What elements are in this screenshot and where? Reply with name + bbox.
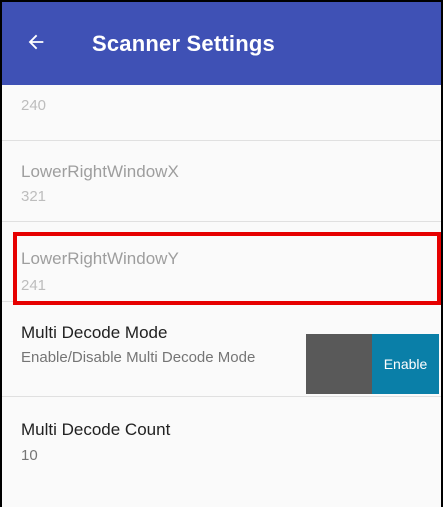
setting-multi-decode-mode[interactable]: Multi Decode Mode Enable/Disable Multi D… <box>2 301 441 397</box>
setting-partial: 240 <box>2 85 441 141</box>
settings-list[interactable]: 240 LowerRightWindowX 321 LowerRightWind… <box>2 85 441 507</box>
toggle-off-segment[interactable] <box>306 334 372 394</box>
setting-title: Multi Decode Mode <box>21 323 168 342</box>
setting-value: 241 <box>21 277 47 294</box>
setting-title: LowerRightWindowX <box>21 162 179 181</box>
app-bar: Scanner Settings <box>2 2 441 85</box>
setting-description: Enable/Disable Multi Decode Mode <box>21 349 256 366</box>
page-title: Scanner Settings <box>92 31 275 56</box>
setting-value: 321 <box>21 188 47 205</box>
back-button[interactable] <box>22 28 50 56</box>
multi-decode-toggle[interactable]: Enable <box>306 334 439 394</box>
setting-value: 10 <box>21 447 38 464</box>
setting-lower-right-window-y: LowerRightWindowY 241 <box>2 221 441 302</box>
arrow-left-icon <box>28 34 44 50</box>
setting-title: LowerRightWindowY <box>21 249 179 268</box>
setting-multi-decode-count[interactable]: Multi Decode Count 10 <box>2 396 441 507</box>
setting-partial-value: 240 <box>21 97 47 114</box>
phone-screen: Scanner Settings 240 LowerRightWindowX 3… <box>0 0 443 507</box>
toggle-enable-label[interactable]: Enable <box>372 334 439 394</box>
setting-lower-right-window-x: LowerRightWindowX 321 <box>2 140 441 222</box>
setting-title: Multi Decode Count <box>21 420 171 439</box>
